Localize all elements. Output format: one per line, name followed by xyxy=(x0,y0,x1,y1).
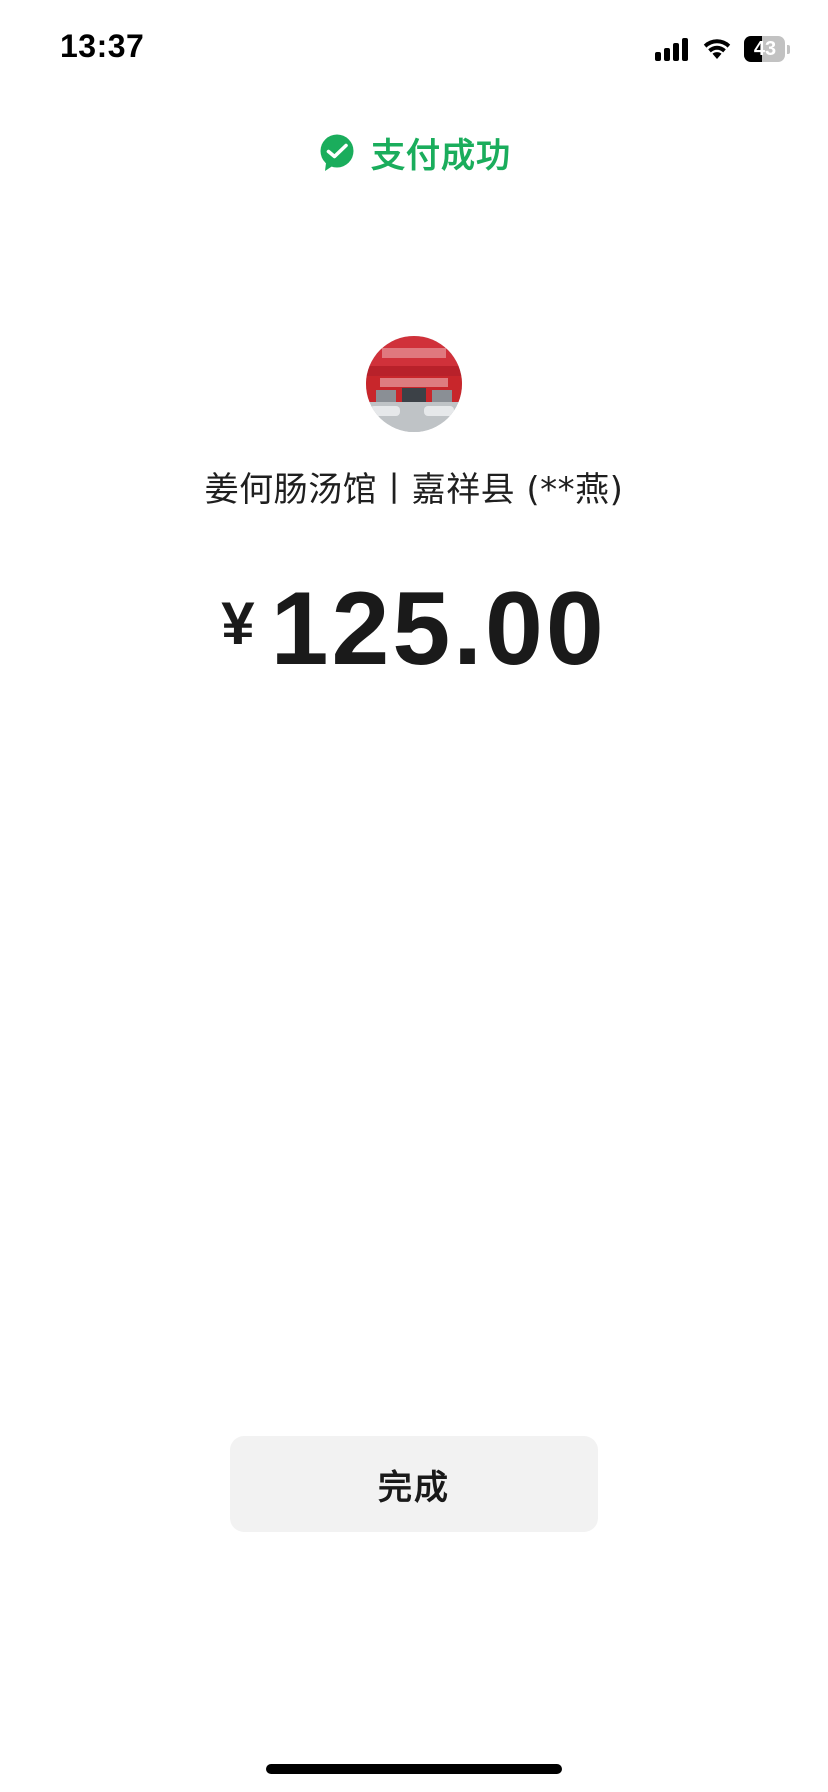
battery-level: 43 xyxy=(753,38,777,60)
battery-icon: 43 xyxy=(744,36,790,62)
status-bar: 13:37 43 xyxy=(0,0,828,100)
home-indicator[interactable] xyxy=(266,1764,562,1774)
status-indicators: 43 xyxy=(655,34,790,64)
amount-value: 125.00 xyxy=(270,571,607,687)
battery-body: 43 xyxy=(744,36,786,62)
wifi-icon xyxy=(703,39,731,59)
merchant-avatar xyxy=(366,336,462,432)
currency-symbol: ¥ xyxy=(221,590,255,657)
done-button[interactable]: 完成 xyxy=(230,1436,598,1532)
merchant-name: 姜何肠汤馆丨嘉祥县 (**燕) xyxy=(204,470,624,510)
payment-success-header: 支付成功 xyxy=(0,128,828,177)
battery-cap xyxy=(787,44,790,54)
storefront-image xyxy=(366,336,462,432)
payment-success-title: 支付成功 xyxy=(371,136,511,176)
payment-amount: ¥ 125.00 xyxy=(0,570,828,689)
status-time: 13:37 xyxy=(60,28,145,64)
signal-icon xyxy=(655,37,688,61)
wechat-pay-icon xyxy=(320,134,354,171)
